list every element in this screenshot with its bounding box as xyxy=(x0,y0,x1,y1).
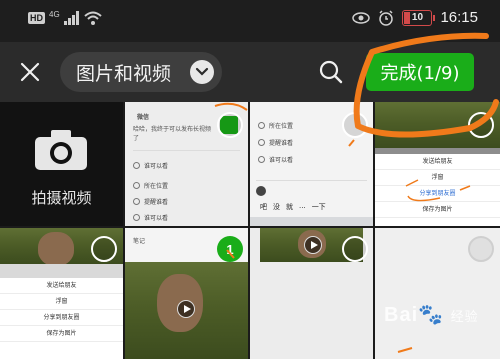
record-video-tile[interactable]: 拍摄视频 xyxy=(0,102,123,226)
sheet-item: 发送给朋友 xyxy=(375,154,500,170)
wifi-icon xyxy=(84,11,102,25)
close-icon[interactable] xyxy=(18,60,42,84)
shot-b-row-2: 谁可以看 xyxy=(269,156,294,164)
shot-a-header: 微信 xyxy=(137,114,150,121)
media-thumbnail[interactable]: 所在位置 提醒谁看 谁可以看 吧 没 就 ... 一下 xyxy=(250,102,373,226)
media-thumbnail[interactable]: 微信 哈哈，我终于可以发布长视频了 谁可以看 所在位置 提醒谁看 谁可以看 xyxy=(125,102,248,226)
shot-a-row-3: 谁可以看 xyxy=(144,214,169,222)
sheet-item: 发送给朋友 xyxy=(0,278,123,294)
select-checkbox[interactable] xyxy=(91,236,117,262)
shot-b-row-1: 提醒谁看 xyxy=(269,139,294,147)
signal-icon xyxy=(63,11,79,25)
sheet-item: 浮窗 xyxy=(0,294,123,310)
picker-toolbar: 图片和视频 完成(1/9) xyxy=(0,42,500,102)
media-thumbnail[interactable]: 发送给朋友 浮窗 分享到朋友圈 保存为图片 xyxy=(375,102,500,226)
alarm-icon xyxy=(379,9,394,26)
keyboard-candidate: 一下 xyxy=(311,203,326,211)
shot-a-row-0: 谁可以看 xyxy=(144,162,169,170)
camera-icon xyxy=(35,130,87,170)
search-icon[interactable] xyxy=(318,59,344,85)
media-thumbnail[interactable] xyxy=(375,228,500,359)
keyboard-candidate: 吧 xyxy=(260,203,267,211)
keyboard-candidate: ... xyxy=(299,202,306,210)
select-checkbox[interactable] xyxy=(342,236,368,262)
play-icon xyxy=(177,300,195,318)
sheet-item: 分享到朋友圈 xyxy=(0,310,123,326)
shot-b-row-0: 所在位置 xyxy=(269,122,294,130)
watermark-suffix: 经验 xyxy=(450,310,479,325)
sheet-item: 保存为图片 xyxy=(375,202,500,218)
select-checkbox[interactable] xyxy=(468,112,494,138)
done-button[interactable]: 完成(1/9) xyxy=(366,53,474,91)
network-type: 4G xyxy=(49,9,60,19)
select-checkbox[interactable] xyxy=(468,236,494,262)
keyboard-candidate: 就 xyxy=(286,203,293,211)
album-selector[interactable]: 图片和视频 xyxy=(60,52,222,92)
keyboard-candidate: 没 xyxy=(273,203,280,211)
shot-a-row-2: 提醒谁看 xyxy=(144,198,169,206)
sheet-item: 浮窗 xyxy=(375,170,500,186)
hd-badge: HD xyxy=(28,12,45,24)
status-time: 16:15 xyxy=(440,9,478,26)
sheet-item: 分享到朋友圈 xyxy=(375,186,500,202)
selected-badge[interactable]: 1 xyxy=(217,236,243,262)
record-video-label: 拍摄视频 xyxy=(31,189,92,207)
status-right: 10 16:15 xyxy=(352,9,478,26)
battery-level: 10 xyxy=(411,12,424,23)
select-checkbox[interactable] xyxy=(217,112,243,138)
media-thumbnail[interactable] xyxy=(250,228,373,359)
shot-a-text: 哈哈，我终于可以发布长视频了 xyxy=(133,126,212,142)
shot-e-header: 笔记 xyxy=(133,238,146,245)
media-thumbnail[interactable]: 笔记 1 xyxy=(125,228,248,359)
chevron-down-icon xyxy=(190,60,214,84)
battery-icon: 10 xyxy=(402,9,436,26)
status-left: HD 4G xyxy=(28,9,102,25)
play-icon xyxy=(304,236,322,254)
shot-a-row-1: 所在位置 xyxy=(144,182,169,190)
status-bar: HD 4G 10 16:15 xyxy=(0,0,500,42)
watermark-brand: Bai xyxy=(384,304,419,326)
album-selector-label: 图片和视频 xyxy=(76,62,172,85)
sheet-item: 保存为图片 xyxy=(0,326,123,342)
media-thumbnail[interactable]: 发送给朋友 浮窗 分享到朋友圈 保存为图片 xyxy=(0,228,123,359)
eye-icon xyxy=(352,11,371,24)
baidu-watermark: Bai🐾 经验 xyxy=(384,302,479,327)
select-checkbox[interactable] xyxy=(342,112,368,138)
paw-icon: 🐾 xyxy=(418,304,445,326)
